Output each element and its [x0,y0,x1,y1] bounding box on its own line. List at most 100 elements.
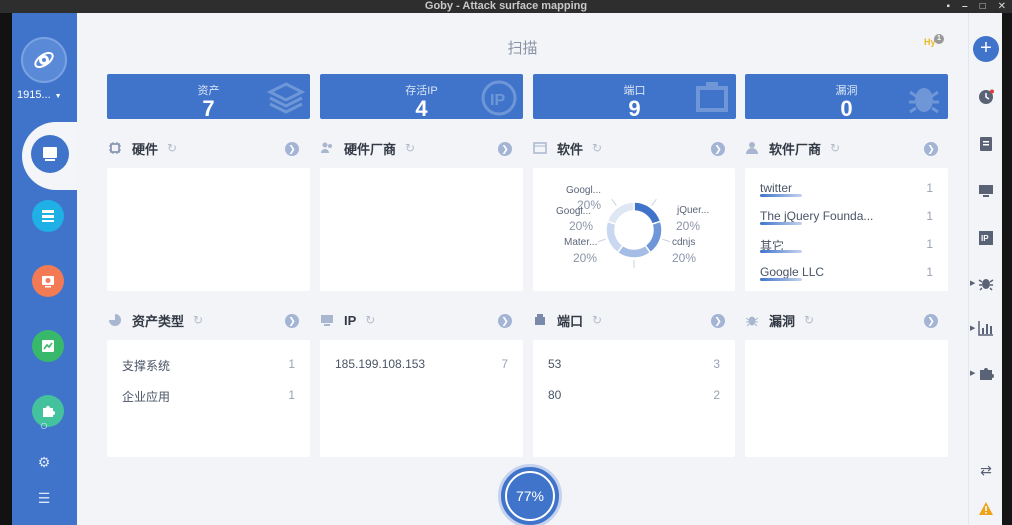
window-close-button[interactable]: ✕ [998,0,1006,13]
plugin-icon[interactable] [977,364,995,382]
menu-icon[interactable]: ☰ [36,490,52,506]
section-header-ip: IP ↻ [320,310,375,330]
nav-vulnerability-icon[interactable] [32,265,64,297]
nav-report-icon[interactable] [32,330,64,362]
donut-slice[interactable] [605,220,624,254]
right-window-edge [1002,13,1012,525]
scan-progress-indicator[interactable]: 77% [498,464,562,525]
window-title-bar: Goby - Attack surface mapping ▪ – □ ✕ [0,0,1012,13]
section-title: IP [344,312,357,328]
donut-slice[interactable] [606,201,635,226]
monitor-icon[interactable] [977,182,995,200]
item-count: 1 [926,209,933,223]
refresh-icon[interactable]: ↻ [193,313,203,327]
user-icon [746,142,758,154]
port-panel: 53 3 80 2 [533,340,735,457]
document-icon[interactable] [977,135,995,153]
item-count: 1 [926,237,933,251]
settings-gear-icon[interactable]: ⚙ [36,454,52,470]
svg-text:IP: IP [981,234,989,243]
list-item[interactable]: 企业应用 1 [122,388,295,404]
warning-icon[interactable] [977,499,995,517]
item-label: 企业应用 [122,390,171,404]
stat-card-live-ip[interactable]: IP 存活IP 4 [320,74,523,119]
donut-percent: 20% [573,251,598,265]
bug-icon[interactable] [977,274,995,292]
software-more-button[interactable]: ❯ [711,142,725,156]
goby-logo-icon[interactable] [21,37,67,83]
section-header-vuln: 漏洞 ↻ [745,310,814,330]
section-title: 软件 [557,141,584,157]
refresh-icon[interactable]: ↻ [365,313,375,327]
nav-scan-icon[interactable] [31,135,69,173]
section-header-software-vendor: 软件厂商 ↻ [745,138,840,158]
donut-label: cdnjs [672,237,696,248]
ip-more-button[interactable]: ❯ [498,314,512,328]
list-item[interactable]: Google LLC 1 [760,265,933,281]
left-window-edge [0,13,12,525]
hardware-vendor-more-button[interactable]: ❯ [498,142,512,156]
window-menu-button[interactable]: ▪ [946,0,950,13]
section-header-asset-type: 资产类型 ↻ [108,310,203,330]
stat-card-assets[interactable]: 资产 7 [107,74,310,119]
bar-chart-icon[interactable] [977,319,995,337]
stat-card-ports[interactable]: 端口 9 [533,74,736,119]
ip-list-icon[interactable]: IP [977,229,995,247]
list-item[interactable]: 53 3 [548,357,720,373]
hardware-panel [107,168,310,291]
section-title: 漏洞 [769,313,796,329]
software-vendor-more-button[interactable]: ❯ [924,142,938,156]
window-maximize-button[interactable]: □ [980,0,986,13]
ip-panel: 185.199.108.153 7 [320,340,523,457]
refresh-icon[interactable]: ↻ [830,141,840,155]
vuln-more-button[interactable]: ❯ [924,314,938,328]
donut-label: Googl... [566,185,602,196]
section-title: 硬件厂商 [344,141,397,157]
item-label: 53 [548,357,562,371]
list-item[interactable]: 185.199.108.153 7 [335,357,508,373]
users-icon [321,142,332,153]
donut-slice[interactable] [633,201,662,226]
list-item[interactable]: 其它 1 [760,237,933,253]
donut-leader-line [651,198,657,207]
hardware-more-button[interactable]: ❯ [285,142,299,156]
section-header-hardware: 硬件 ↻ [108,138,177,158]
list-item[interactable]: twitter 1 [760,181,933,197]
refresh-icon[interactable]: ↻ [592,313,602,327]
asset-type-more-button[interactable]: ❯ [285,314,299,328]
stat-card-vulnerabilities[interactable]: 漏洞 0 [745,74,948,119]
window-minimize-button[interactable]: – [962,0,968,13]
item-label: twitter [760,181,793,195]
refresh-icon[interactable]: ↻ [804,313,814,327]
list-item[interactable]: 80 2 [548,388,720,404]
notification-badge[interactable]: Hy 1 [924,34,944,47]
donut-label: Mater... [564,237,598,248]
item-bar [760,194,802,197]
refresh-icon[interactable]: ↻ [167,141,177,155]
section-header-hardware-vendor: 硬件厂商 ↻ [320,138,415,158]
software-vendor-panel: twitter 1 The jQuery Founda... 1 其它 1 Go… [745,168,948,291]
user-menu[interactable]: 1915... ▼ [17,89,62,101]
user-name: 1915... [17,89,51,101]
badge-count: 1 [934,34,944,44]
list-item[interactable]: 支撑系统 1 [122,357,295,373]
item-label: The jQuery Founda... [760,209,874,223]
search-icon[interactable]: ○ [36,417,52,433]
section-title: 硬件 [132,141,159,157]
refresh-icon[interactable]: ↻ [592,141,602,155]
bug-icon [909,88,939,114]
port-more-button[interactable]: ❯ [711,314,725,328]
new-scan-button[interactable]: + [973,36,999,62]
donut-slice[interactable] [616,244,652,259]
history-clock-icon[interactable] [977,88,995,106]
item-count: 1 [288,357,295,371]
refresh-icon[interactable]: ↻ [405,141,415,155]
chevron-right-icon: ▶ [970,370,976,377]
sync-icon[interactable]: ⇄ [977,461,995,479]
donut-label: Googl... [556,206,592,217]
list-item[interactable]: The jQuery Founda... 1 [760,209,933,225]
section-title: 端口 [557,313,584,329]
item-count: 1 [926,265,933,279]
nav-assets-icon[interactable] [32,200,64,232]
chip-icon [109,142,121,154]
